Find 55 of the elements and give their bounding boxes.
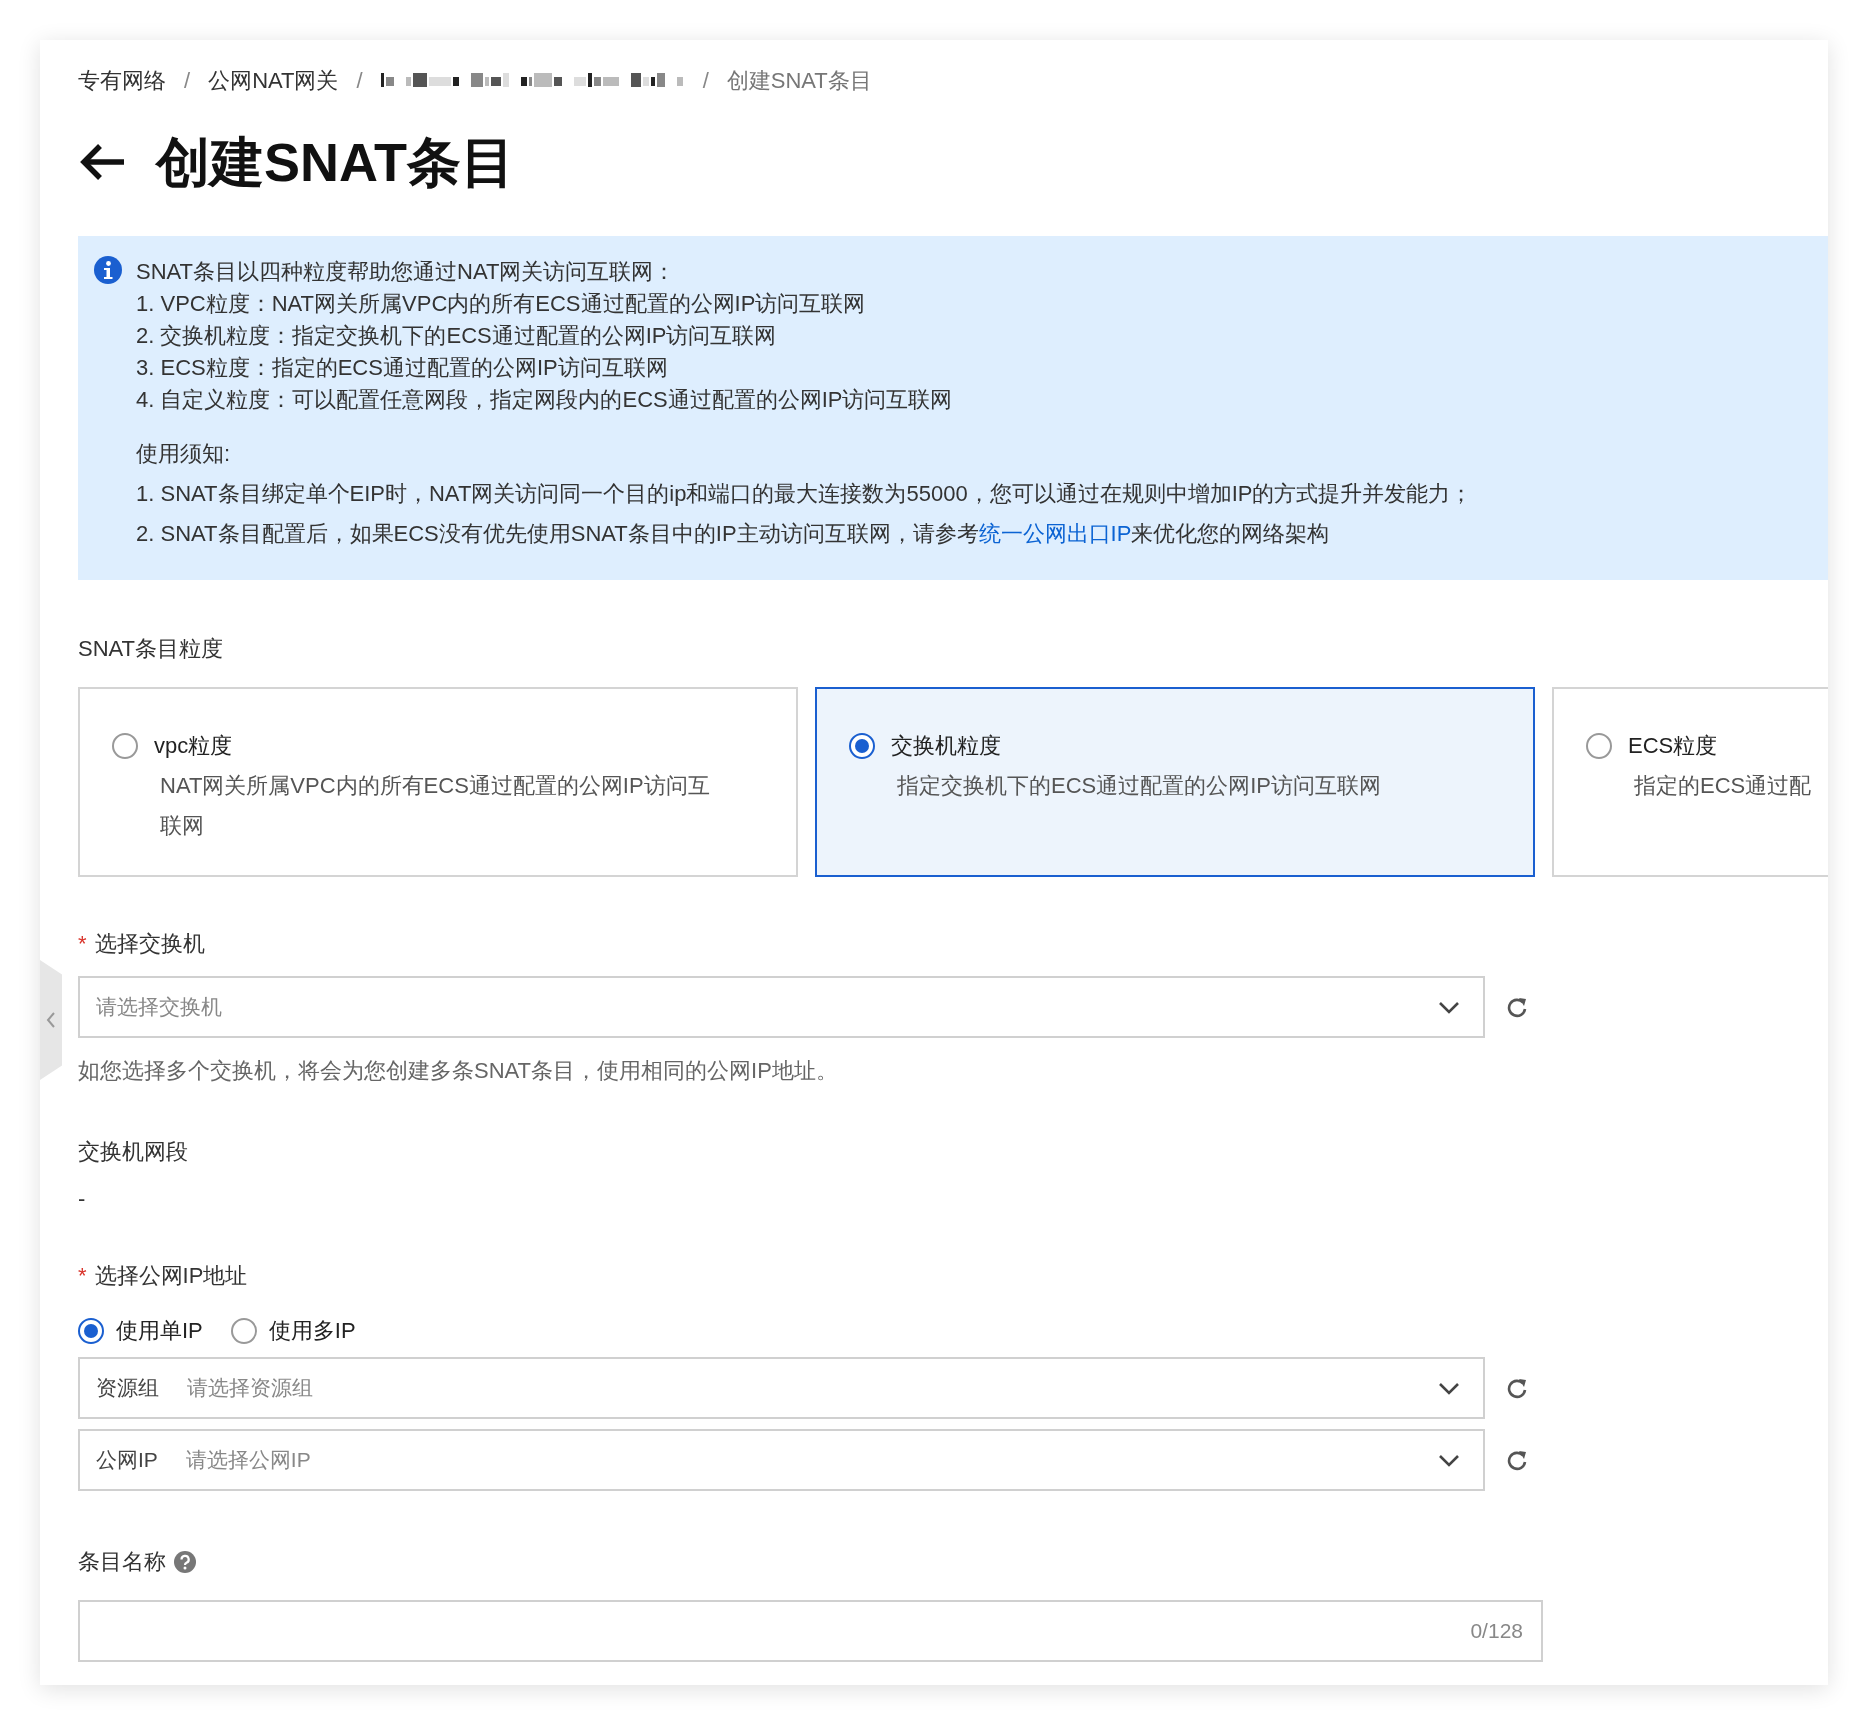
breadcrumb-link[interactable]: 专有网络 — [78, 63, 166, 97]
refresh-icon[interactable] — [1507, 1377, 1529, 1399]
notice-text: 1. SNAT条目绑定单个EIP时，NAT网关访问同一个目的ip和端口的最大连接数为55000，您可以通过在规则中增加IP的方式提升并发能力； — [136, 480, 1473, 508]
option-title: 交换机粒度 — [891, 732, 1001, 760]
option-title: ECS粒度 — [1628, 732, 1718, 760]
page-title: 创建SNAT条目 — [156, 130, 515, 194]
notice-text: 1. VPC粒度：NAT网关所属VPC内的所有ECS通过配置的公网IP访问互联网 — [136, 290, 867, 318]
field-value: - — [78, 1185, 87, 1213]
notice-heading: 使用须知: — [136, 440, 232, 468]
select-field[interactable]: 请选择交换机 — [78, 976, 1485, 1038]
caret-icon — [1437, 1452, 1461, 1468]
required-mark: * — [78, 1262, 87, 1290]
option-description: NAT网关所属VPC内的所有ECS通过配置的公网IP访问互联网 — [160, 772, 711, 840]
caret-icon — [1437, 1380, 1461, 1396]
notice-text: 2. SNAT条目配置后，如果ECS没有优先使用SNAT条目中的IP主动访问互联网，请参考统一公网出口IP来优化您的网络架构 — [136, 520, 1331, 548]
refresh-icon[interactable] — [1507, 1449, 1529, 1471]
option-card[interactable]: 交换机粒度 指定交换机下的ECS通过配置的公网IP访问互联网 — [815, 687, 1535, 877]
notice-text: 3. ECS粒度：指定的ECS通过配置的公网IP访问互联网 — [136, 354, 669, 382]
radio-button[interactable] — [230, 1317, 257, 1344]
required-mark: * — [78, 930, 87, 958]
radio-button[interactable] — [112, 732, 138, 759]
breadcrumb-link[interactable]: 公网NAT网关 — [208, 63, 339, 97]
character-counter: 0/128 — [1470, 1618, 1523, 1645]
option-description: 指定的ECS通过配 — [1634, 772, 1813, 800]
radio-button[interactable] — [1586, 732, 1612, 759]
field-label: SNAT条目粒度 — [78, 635, 225, 663]
breadcrumb-separator: / — [184, 66, 191, 95]
caret-icon — [1437, 999, 1461, 1015]
help-link[interactable]: 统一公网出口IP — [978, 521, 1132, 546]
radio-label: 使用多IP — [268, 1317, 356, 1345]
chevron-left-icon — [45, 1011, 57, 1029]
help-icon[interactable] — [174, 1550, 196, 1573]
breadcrumb-separator: / — [356, 66, 363, 95]
radio-label: 使用单IP — [116, 1317, 203, 1345]
refresh-icon[interactable] — [1507, 996, 1529, 1018]
option-card[interactable]: ECS粒度 指定的ECS通过配 — [1552, 687, 1828, 877]
radio-button[interactable] — [78, 1317, 104, 1344]
field-label: 条目名称 — [78, 1548, 166, 1576]
notice-text: 4. 自定义粒度：可以配置任意网段，指定网段内的ECS通过配置的公网IP访问互联网 — [136, 386, 954, 414]
notice-text: SNAT条目以四种粒度帮助您通过NAT网关访问互联网： — [136, 258, 677, 286]
radio-button[interactable] — [849, 732, 875, 759]
info-icon — [94, 256, 122, 284]
option-card[interactable]: vpc粒度 NAT网关所属VPC内的所有ECS通过配置的公网IP访问互联网 — [78, 687, 798, 877]
field-label: 交换机网段 — [78, 1138, 189, 1166]
field-label: 选择交换机 — [94, 930, 205, 958]
input-field[interactable]: 0/128 — [78, 1600, 1543, 1662]
field-label: 选择公网IP地址 — [94, 1262, 248, 1290]
select-field[interactable]: 资源组 请选择资源组 — [78, 1357, 1485, 1419]
help-text: 如您选择多个交换机，将会为您创建多条SNAT条目，使用相同的公网IP地址。 — [78, 1057, 839, 1085]
breadcrumb-separator: / — [702, 66, 709, 95]
option-description: 指定交换机下的ECS通过配置的公网IP访问互联网 — [897, 772, 1383, 800]
select-field[interactable]: 公网IP 请选择公网IP — [78, 1429, 1485, 1491]
notice-text: 2. 交换机粒度：指定交换机下的ECS通过配置的公网IP访问互联网 — [136, 322, 778, 350]
breadcrumb-current: 创建SNAT条目 — [726, 66, 872, 95]
option-title: vpc粒度 — [154, 732, 233, 760]
